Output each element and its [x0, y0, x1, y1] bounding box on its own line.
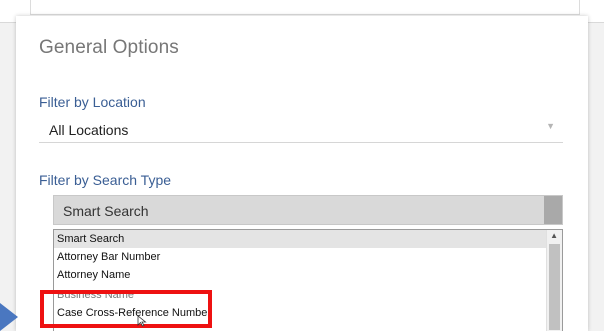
- scroll-up-icon[interactable]: ▲: [550, 231, 558, 240]
- highlight-box: [40, 290, 212, 328]
- option-smart-search[interactable]: Smart Search: [54, 230, 546, 248]
- pointer-arrow-icon: [0, 303, 18, 331]
- top-strip-panel: [30, 0, 580, 15]
- section-title: General Options: [39, 37, 179, 58]
- scrollbar-thumb[interactable]: [549, 244, 560, 330]
- location-select[interactable]: All Locations ▼: [39, 110, 563, 143]
- search-type-select[interactable]: Smart Search: [53, 195, 563, 225]
- search-type-select-value: Smart Search: [63, 203, 149, 219]
- mouse-cursor-icon: [137, 315, 147, 327]
- search-type-filter-label: Filter by Search Type: [39, 172, 172, 188]
- dropdown-toggle-button[interactable]: [544, 196, 562, 224]
- location-select-value: All Locations: [49, 122, 129, 138]
- option-attorney-bar-number[interactable]: Attorney Bar Number: [54, 248, 546, 266]
- option-attorney-name[interactable]: Attorney Name: [54, 266, 546, 284]
- location-filter-label: Filter by Location: [39, 94, 146, 110]
- dropdown-scrollbar[interactable]: ▲: [546, 230, 562, 331]
- chevron-down-icon: ▼: [546, 121, 555, 131]
